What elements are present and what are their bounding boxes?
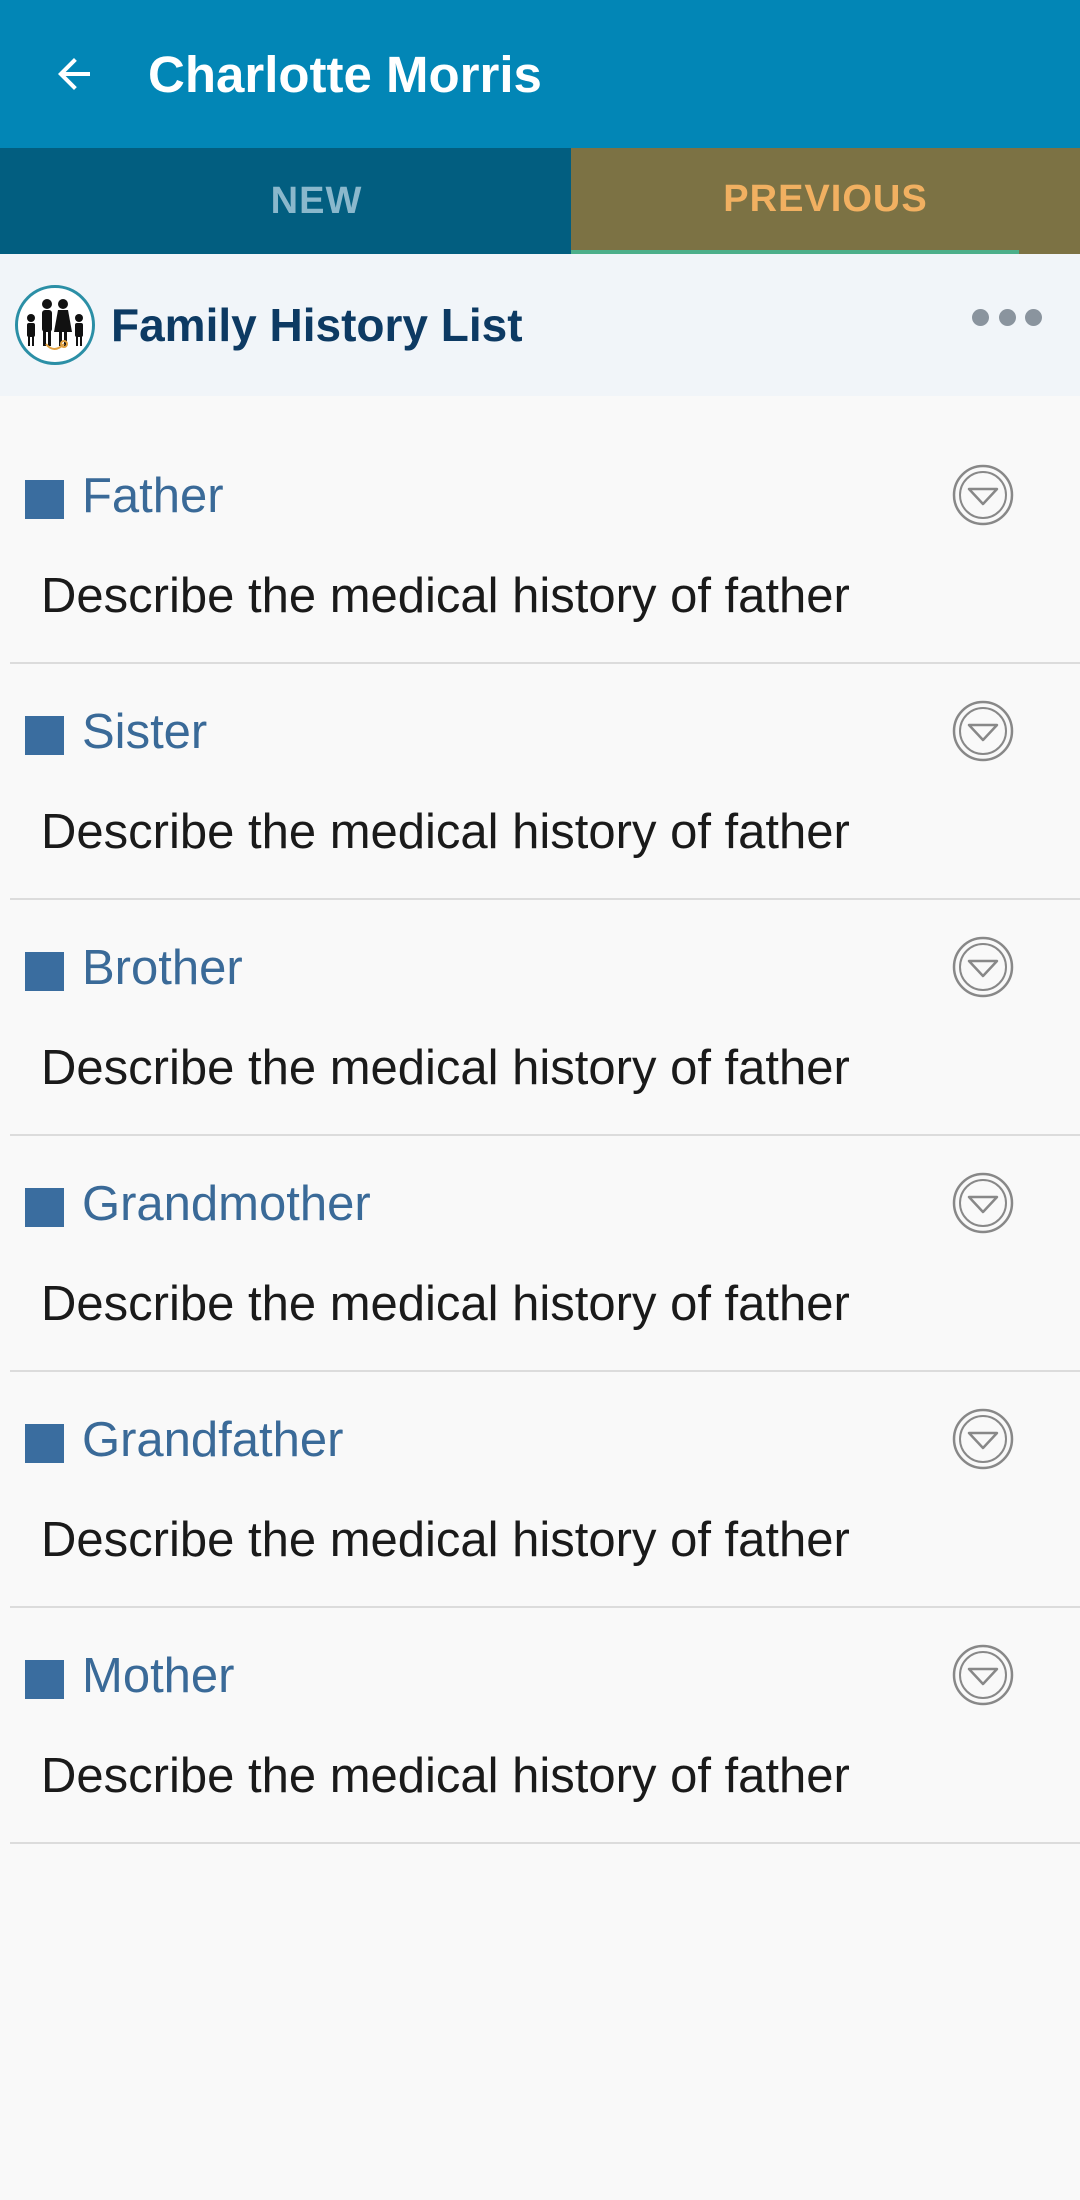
- expand-circle-icon[interactable]: [952, 464, 1014, 526]
- item-description: Describe the medical history of father: [41, 1041, 850, 1095]
- item-title: Grandfather: [82, 1413, 344, 1467]
- item-description: Describe the medical history of father: [41, 569, 850, 623]
- item-title: Sister: [82, 705, 208, 759]
- expand-circle-icon[interactable]: [952, 1644, 1014, 1706]
- expand-circle-icon[interactable]: [952, 700, 1014, 762]
- more-options-button[interactable]: [972, 300, 1042, 334]
- arrow-left-icon: [58, 58, 90, 90]
- square-marker-icon: [25, 1424, 64, 1463]
- item-title: Brother: [82, 941, 243, 995]
- list-item[interactable]: Father Describe the medical history of f…: [10, 428, 1080, 664]
- square-marker-icon: [25, 952, 64, 991]
- list-item[interactable]: Grandmother Describe the medical history…: [10, 1136, 1080, 1372]
- expand-circle-icon[interactable]: [952, 1408, 1014, 1470]
- more-horizontal-icon: [972, 308, 989, 326]
- square-marker-icon: [25, 1660, 64, 1699]
- item-description: Describe the medical history of father: [41, 1277, 850, 1331]
- tab-bar: NEW PREVIOUS: [0, 148, 1080, 254]
- back-button[interactable]: [0, 0, 148, 148]
- expand-circle-icon[interactable]: [952, 1172, 1014, 1234]
- square-marker-icon: [25, 480, 64, 519]
- item-title: Mother: [82, 1649, 235, 1703]
- list-item[interactable]: Sister Describe the medical history of f…: [10, 664, 1080, 900]
- tab-previous[interactable]: PREVIOUS: [571, 148, 1080, 254]
- expand-circle-icon[interactable]: [952, 936, 1014, 998]
- tab-new[interactable]: NEW: [0, 148, 571, 254]
- list-item[interactable]: Grandfather Describe the medical history…: [10, 1372, 1080, 1608]
- list-item[interactable]: Brother Describe the medical history of …: [10, 900, 1080, 1136]
- page-title: Charlotte Morris: [148, 45, 542, 103]
- item-title: Grandmother: [82, 1177, 371, 1231]
- square-marker-icon: [25, 1188, 64, 1227]
- family-history-list: Father Describe the medical history of f…: [0, 428, 1080, 1844]
- item-description: Describe the medical history of father: [41, 1749, 850, 1803]
- item-title: Father: [82, 469, 224, 523]
- item-description: Describe the medical history of father: [41, 1513, 850, 1567]
- list-item[interactable]: Mother Describe the medical history of f…: [10, 1608, 1080, 1844]
- family-icon: [15, 285, 95, 365]
- item-description: Describe the medical history of father: [41, 805, 850, 859]
- square-marker-icon: [25, 716, 64, 755]
- app-bar: Charlotte Morris: [0, 0, 1080, 148]
- section-header: Family History List: [0, 254, 1080, 396]
- section-title: Family History List: [111, 299, 523, 351]
